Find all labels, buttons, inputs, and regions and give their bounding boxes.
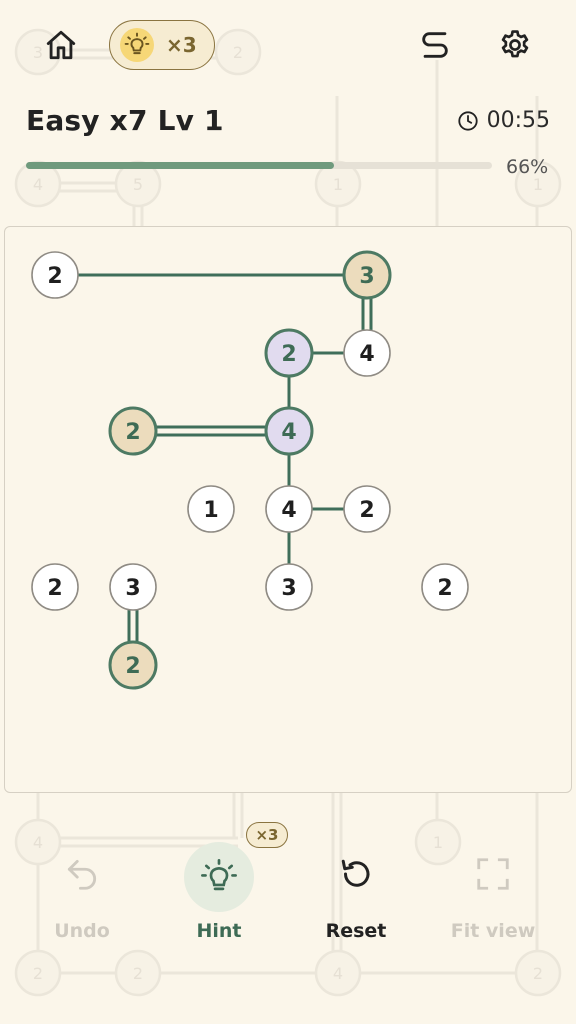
hint-circle bbox=[184, 842, 254, 912]
undo-icon-wrap bbox=[52, 844, 112, 904]
solver-path-button[interactable] bbox=[411, 21, 459, 69]
timer-value: 00:55 bbox=[486, 108, 550, 133]
island-value: 4 bbox=[281, 420, 296, 445]
hint-button[interactable]: ×3 Hint bbox=[154, 820, 288, 960]
fit-view-label: Fit view bbox=[450, 920, 536, 942]
progress-bar bbox=[26, 162, 492, 169]
undo-button[interactable]: Undo bbox=[17, 820, 147, 960]
island-value: 2 bbox=[359, 498, 374, 523]
bg-node-label: 4 bbox=[33, 175, 43, 194]
lightbulb-icon bbox=[201, 859, 237, 891]
island-node[interactable]: 2 bbox=[108, 406, 158, 456]
bg-node-label: 2 bbox=[133, 964, 143, 983]
bg-node-label: 1 bbox=[333, 175, 343, 194]
island-value: 2 bbox=[125, 654, 140, 679]
clock-icon bbox=[457, 110, 478, 131]
reset-label: Reset bbox=[325, 920, 387, 942]
island-node[interactable]: 2 bbox=[264, 328, 314, 378]
bg-node-label: 5 bbox=[133, 175, 143, 194]
gear-icon bbox=[501, 30, 529, 58]
island-value: 3 bbox=[359, 264, 374, 289]
settings-button[interactable] bbox=[491, 21, 539, 69]
island-node[interactable]: 3 bbox=[265, 563, 313, 611]
hint-counter-pill[interactable]: ×3 bbox=[109, 20, 215, 70]
undo-icon bbox=[67, 859, 97, 890]
island-value: 2 bbox=[437, 576, 452, 601]
reset-icon bbox=[341, 859, 370, 887]
island-value: 2 bbox=[281, 342, 296, 367]
progress-fill bbox=[26, 162, 334, 169]
island-value: 2 bbox=[125, 420, 140, 445]
island-node[interactable]: 3 bbox=[109, 563, 157, 611]
top-bar: ×3 bbox=[0, 0, 576, 96]
level-title: Easy x7 Lv 1 bbox=[26, 104, 224, 137]
hint-count: ×3 bbox=[166, 33, 197, 57]
island-node[interactable]: 4 bbox=[264, 406, 314, 456]
island-value: 3 bbox=[281, 576, 296, 601]
puzzle-board[interactable]: 2 3 2 4 2 4 1 4 2 2 3 3 2 2 bbox=[4, 226, 572, 793]
island-node[interactable]: 2 bbox=[343, 485, 391, 533]
fit-view-icon bbox=[477, 858, 509, 890]
reset-icon-wrap bbox=[326, 844, 386, 904]
hint-label: Hint bbox=[196, 920, 242, 942]
progress-label: 66% bbox=[506, 156, 549, 178]
board-canvas: 2 3 2 4 2 4 1 4 2 2 3 3 2 2 bbox=[31, 250, 469, 690]
lightbulb-icon bbox=[124, 32, 150, 55]
bg-node-label: 2 bbox=[533, 964, 543, 983]
fit-view-icon-wrap bbox=[463, 844, 523, 904]
island-value: 2 bbox=[47, 576, 62, 601]
reset-button[interactable]: Reset bbox=[291, 820, 421, 960]
home-icon bbox=[46, 30, 76, 60]
island-node[interactable]: 4 bbox=[343, 329, 391, 377]
island-node[interactable]: 1 bbox=[187, 485, 235, 533]
island-node[interactable]: 2 bbox=[108, 640, 158, 690]
timer: 00:55 bbox=[457, 108, 550, 133]
path-icon bbox=[422, 32, 448, 58]
home-button[interactable] bbox=[37, 21, 85, 69]
bg-node-label: 4 bbox=[333, 964, 343, 983]
island-node[interactable]: 2 bbox=[421, 563, 469, 611]
island-value: 4 bbox=[281, 498, 296, 523]
island-value: 4 bbox=[359, 342, 374, 367]
hint-badge: ×3 bbox=[246, 822, 288, 848]
bg-node-label: 2 bbox=[33, 964, 43, 983]
island-node[interactable]: 2 bbox=[31, 251, 79, 299]
hint-bulb-badge bbox=[120, 28, 154, 62]
island-value: 2 bbox=[47, 264, 62, 289]
island-node[interactable]: 2 bbox=[31, 563, 79, 611]
island-value: 3 bbox=[125, 576, 140, 601]
undo-label: Undo bbox=[54, 920, 110, 942]
island-node[interactable]: 4 bbox=[265, 485, 313, 533]
fit-view-button[interactable]: Fit view bbox=[428, 820, 558, 960]
bottom-toolbar: Undo ×3 Hint Reset Fit view bbox=[0, 820, 576, 960]
island-value: 1 bbox=[203, 498, 218, 523]
island-node[interactable]: 3 bbox=[342, 250, 392, 300]
